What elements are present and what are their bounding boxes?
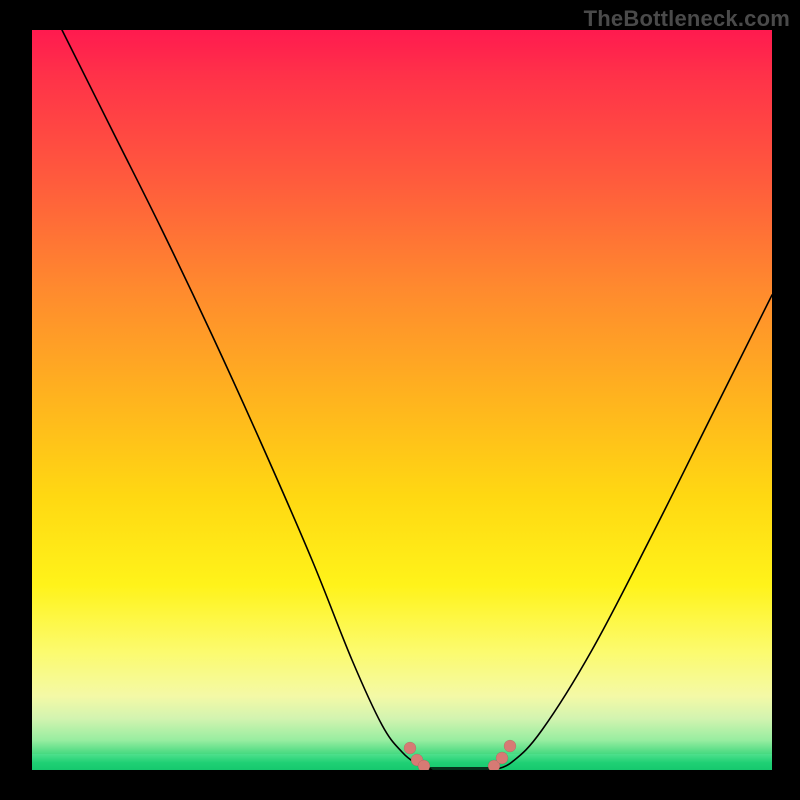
curve-marker	[404, 742, 416, 754]
bottleneck-curve	[32, 30, 772, 770]
chart-frame: TheBottleneck.com	[0, 0, 800, 800]
curve-left-path	[62, 30, 432, 770]
curve-markers	[404, 740, 516, 770]
watermark-text: TheBottleneck.com	[584, 6, 790, 32]
plot-area	[32, 30, 772, 770]
curve-marker	[418, 760, 430, 770]
curve-marker	[504, 740, 516, 752]
curve-right-path	[492, 295, 772, 770]
curve-marker	[496, 752, 508, 764]
